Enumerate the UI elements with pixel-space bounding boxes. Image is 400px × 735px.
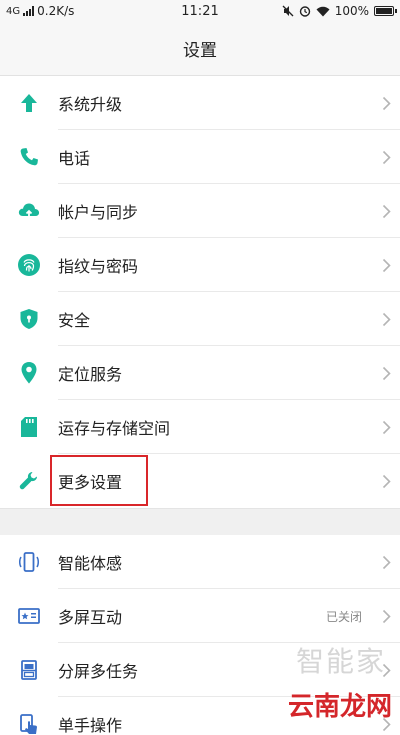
status-left: 4G 0.2K/s [6,4,156,18]
chevron-right-icon [372,258,400,273]
wrench-icon [0,454,58,508]
settings-item-label: 安全 [58,311,91,330]
chevron-right-icon [372,555,400,570]
fingerprint-icon [0,238,58,292]
settings-item-location[interactable]: 定位服务 [0,346,400,400]
network-speed: 0.2K/s [37,4,75,18]
phone-icon [0,130,58,184]
sd-card-icon [0,400,58,454]
settings-item-accounts-sync[interactable]: 帐户与同步 [0,184,400,238]
settings-item-label: 系统升级 [58,95,123,114]
chevron-right-icon [372,420,400,435]
settings-item-label: 智能体感 [58,554,123,573]
multiscreen-status: 已关闭 [325,609,362,624]
settings-item-label: 多屏互动 [58,608,123,627]
settings-group-main: 系统升级 电话 帐户与同步 指纹与密码 安全 定位服务 运存与存储空间 更多设置 [0,76,400,508]
wifi-icon [316,6,330,16]
settings-item-fingerprint-password[interactable]: 指纹与密码 [0,238,400,292]
settings-item-label: 指纹与密码 [58,257,139,276]
settings-item-system-update[interactable]: 系统升级 [0,76,400,130]
signal-icon [23,6,35,16]
alarm-icon [299,6,310,17]
cloud-sync-icon [0,184,58,238]
settings-item-security[interactable]: 安全 [0,292,400,346]
battery-percent: 100% [334,4,369,18]
status-right: 100% [244,4,397,18]
chevron-right-icon [372,609,400,624]
motion-phone-icon [0,535,58,589]
page-title: 设置 [183,41,217,61]
faint-watermark: 智能家 [295,645,386,678]
settings-item-label: 帐户与同步 [58,203,139,222]
brand-watermark: 云南龙网 [287,692,392,722]
settings-item-memory-storage[interactable]: 运存与存储空间 [0,400,400,454]
multiscreen-icon [0,589,58,643]
chevron-right-icon [372,96,400,111]
settings-item-label: 定位服务 [58,365,123,384]
chevron-right-icon [372,366,400,381]
status-bar: 4G 0.2K/s 11:21 100% [0,0,400,22]
chevron-right-icon [372,474,400,489]
title-bar: 设置 [0,22,400,76]
split-screen-icon [0,643,58,697]
network-type: 4G [6,5,21,17]
settings-item-multiscreen[interactable]: 多屏互动 已关闭 [0,589,400,643]
settings-item-phone[interactable]: 电话 [0,130,400,184]
chevron-right-icon [372,204,400,219]
one-hand-icon [0,697,58,735]
mute-icon [282,5,294,17]
shield-icon [0,292,58,346]
location-pin-icon [0,346,58,400]
chevron-right-icon [372,150,400,165]
arrow-up-icon [0,76,58,130]
settings-item-smart-motion[interactable]: 智能体感 [0,535,400,589]
settings-item-label: 更多设置 [58,473,123,492]
settings-item-label: 运存与存储空间 [58,419,171,438]
settings-item-more-settings[interactable]: 更多设置 [0,454,400,508]
chevron-right-icon [372,312,400,327]
status-time: 11:21 [181,3,219,19]
battery-icon [374,6,397,16]
settings-item-label: 电话 [58,149,91,168]
